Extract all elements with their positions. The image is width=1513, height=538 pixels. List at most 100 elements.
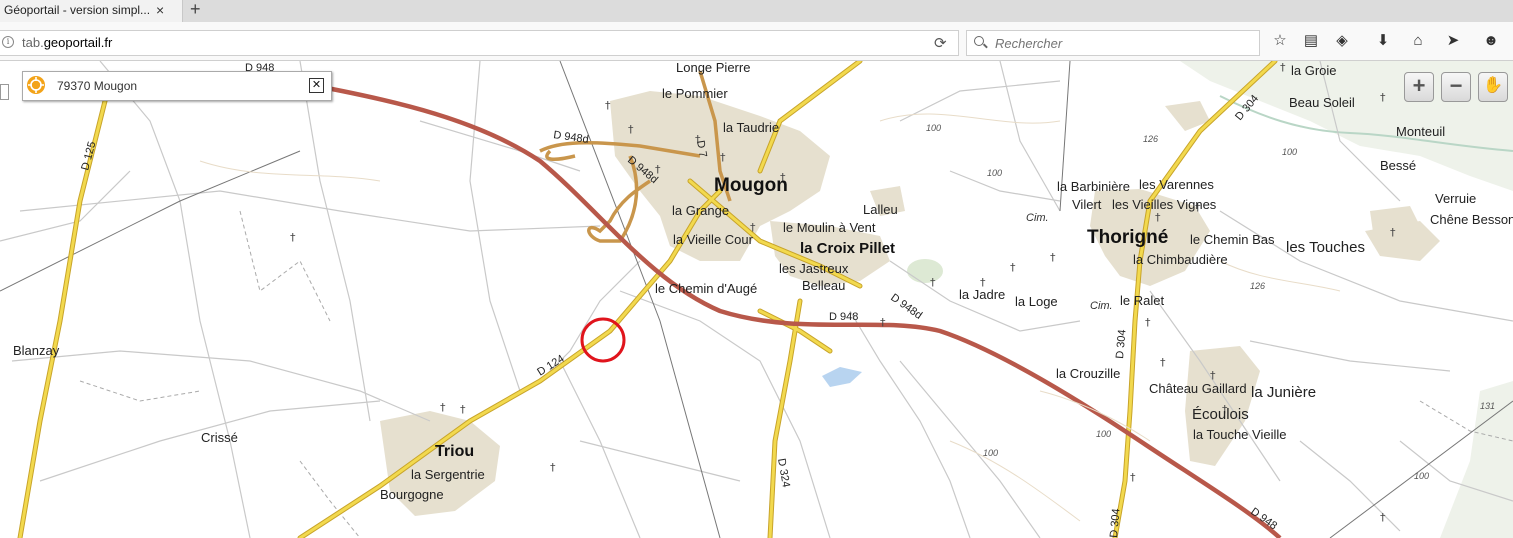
browser-tab[interactable]: Géoportail - version simpl... × — [0, 0, 183, 22]
place-label: Belleau — [802, 278, 845, 293]
contour-label: 100 — [1096, 429, 1111, 439]
town-label: Triou — [435, 443, 474, 460]
map-view[interactable]: † † † † † † † † † † † † † † † † † † † † † † † † † † † Long… — [0, 61, 1513, 538]
search-box[interactable] — [966, 30, 1260, 56]
zoom-out-button[interactable]: − — [1441, 72, 1471, 102]
svg-text:†: † — [1280, 61, 1286, 74]
road-label: D 125 — [79, 140, 98, 171]
place-label: Longe Pierre — [676, 61, 750, 75]
place-label: Château Gaillard — [1149, 381, 1247, 396]
place-label: Monteuil — [1396, 124, 1445, 139]
search-input[interactable] — [993, 33, 1247, 53]
svg-text:†: † — [1155, 211, 1161, 224]
zoom-in-button[interactable]: + — [1404, 72, 1434, 102]
place-label: les Jastreux — [779, 261, 849, 276]
tab-bar: Géoportail - version simpl... × + — [0, 0, 1513, 22]
panel-toggle[interactable] — [0, 84, 9, 100]
place-label: les Varennes — [1139, 177, 1214, 192]
place-label: la Barbinière — [1057, 179, 1130, 194]
svg-text:†: † — [440, 401, 446, 414]
place-label: Blanzay — [13, 343, 60, 358]
svg-text:†: † — [550, 461, 556, 474]
send-icon[interactable]: ➤ — [1443, 31, 1463, 51]
place-label: la Junière — [1251, 384, 1316, 401]
new-tab-button[interactable]: + — [190, 0, 201, 20]
chat-icon[interactable]: ☻ — [1481, 31, 1501, 51]
place-label: la Vieille Cour — [673, 232, 754, 247]
contour-label: 100 — [987, 168, 1002, 178]
town-labels: Mougon Thorigné Triou la Croix Pillet — [435, 175, 1168, 460]
pan-hand-button[interactable]: ✋ — [1478, 72, 1508, 102]
pocket-icon[interactable]: ◈ — [1332, 31, 1352, 51]
place-label: le Pommier — [662, 86, 728, 101]
place-label: la Jadre — [959, 287, 1005, 302]
svg-text:†: † — [290, 231, 296, 244]
cemetery-label: Cim. — [1026, 212, 1049, 224]
place-label: la Groie — [1291, 63, 1337, 78]
town-label: Thorigné — [1087, 227, 1168, 248]
tab-close-icon[interactable]: × — [156, 2, 164, 18]
pond — [822, 367, 862, 387]
svg-text:†: † — [720, 151, 726, 164]
info-icon[interactable]: i — [2, 36, 14, 48]
road-label: D 324 — [775, 457, 792, 488]
svg-text:†: † — [930, 276, 936, 289]
svg-text:†: † — [1130, 471, 1136, 484]
reading-list-icon[interactable]: ▤ — [1301, 31, 1321, 51]
town-label: la Croix Pillet — [800, 240, 895, 257]
star-icon[interactable]: ☆ — [1270, 31, 1290, 51]
place-label: les Vieilles Vignes — [1112, 197, 1217, 212]
place-label: le Ralet — [1120, 293, 1164, 308]
map-canvas[interactable]: ††† ††† ††† ††† ††† ††† ††† ††† ††† Long… — [0, 61, 1513, 538]
contour-label: 126 — [1143, 134, 1158, 144]
road-label: D 304 — [1114, 329, 1129, 359]
svg-text:†: † — [1050, 251, 1056, 264]
place-label: Lalleu — [863, 202, 898, 217]
place-label: les Touches — [1286, 239, 1365, 256]
svg-text:†: † — [605, 99, 611, 112]
place-label: Écoulois — [1192, 406, 1249, 423]
location-pin-icon[interactable] — [27, 76, 45, 94]
place-label: Crissé — [201, 430, 238, 445]
home-icon[interactable]: ⌂ — [1408, 31, 1428, 51]
park — [907, 259, 943, 283]
svg-text:†: † — [1145, 316, 1151, 329]
place-label: Vilert — [1072, 197, 1102, 212]
location-marker-circle — [580, 317, 626, 363]
contour-label: 126 — [1250, 281, 1265, 291]
svg-text:†: † — [628, 123, 634, 136]
road-label: D 948 — [829, 311, 858, 323]
contour-label: 100 — [926, 123, 941, 133]
svg-text:†: † — [880, 316, 886, 329]
place-label: Chêne Besson — [1430, 212, 1513, 227]
svg-text:†: † — [1010, 261, 1016, 274]
close-icon[interactable]: ✕ — [309, 78, 324, 93]
place-label: la Touche Vieille — [1193, 427, 1286, 442]
contour-label: 100 — [1414, 471, 1429, 481]
place-label: le Chemin d'Augé — [655, 281, 757, 296]
svg-text:†: † — [1380, 511, 1386, 524]
place-label: le Moulin à Vent — [783, 220, 876, 235]
address-bar[interactable]: i tab.geoportail.fr ⟳ — [0, 30, 959, 56]
contour-label: 131 — [1480, 401, 1495, 411]
svg-text:†: † — [1160, 356, 1166, 369]
tab-title: Géoportail - version simpl... — [4, 3, 151, 17]
place-label: Bourgogne — [380, 487, 444, 502]
place-label: Beau Soleil — [1289, 95, 1355, 110]
reload-icon[interactable]: ⟳ — [934, 34, 947, 52]
url-text: tab.geoportail.fr — [22, 35, 113, 50]
download-icon[interactable]: ⬇ — [1373, 31, 1393, 51]
svg-text:†: † — [1390, 226, 1396, 239]
search-result-box: 79370 Mougon ✕ — [22, 71, 332, 101]
place-label: la Grange — [672, 203, 729, 218]
contour-label: 100 — [1282, 147, 1297, 157]
place-label: la Loge — [1015, 294, 1058, 309]
place-label: la Crouzille — [1056, 366, 1120, 381]
place-label: la Sergentrie — [411, 467, 485, 482]
cemetery-label: Cim. — [1090, 300, 1113, 312]
road-label: D 948d — [888, 292, 924, 322]
town-label: Mougon — [714, 175, 788, 196]
svg-text:†: † — [1380, 91, 1386, 104]
svg-text:†: † — [460, 403, 466, 416]
place-label: Verruie — [1435, 191, 1476, 206]
